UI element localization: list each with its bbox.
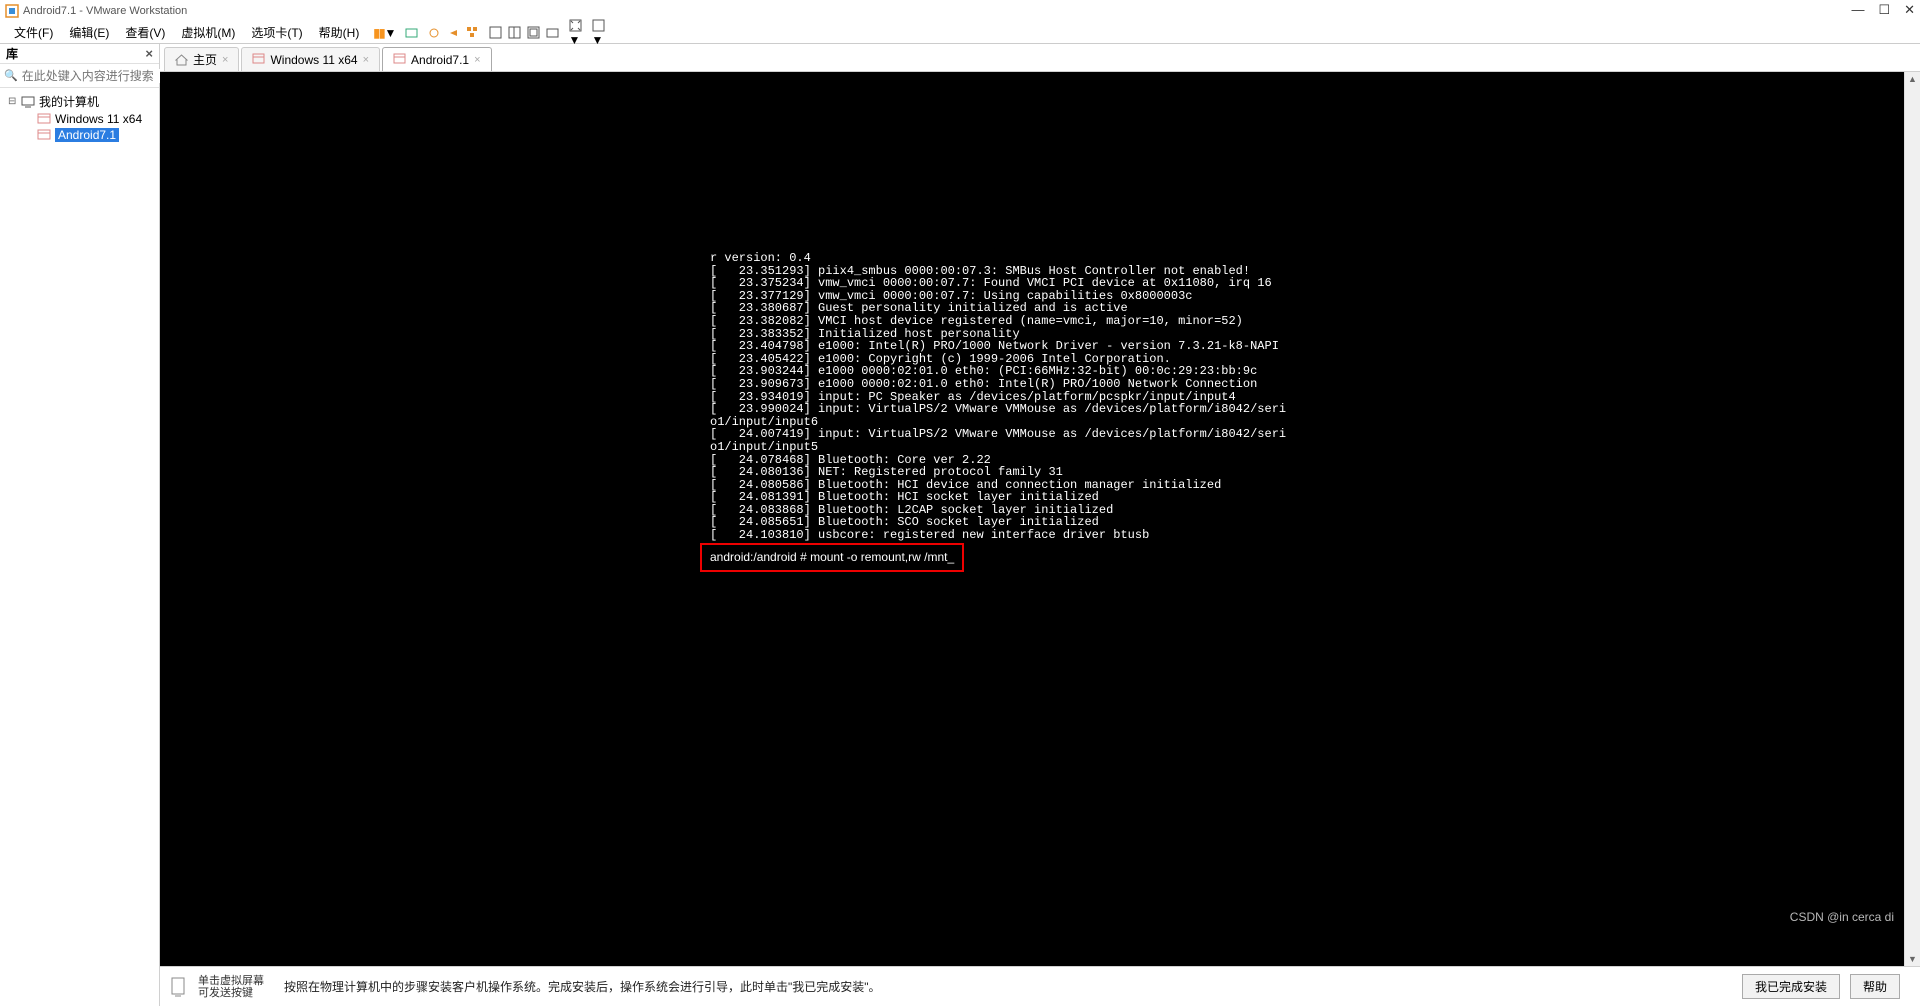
- library-close-icon[interactable]: ×: [145, 46, 153, 61]
- tree-root[interactable]: ⊟ 我的计算机: [0, 92, 159, 111]
- snapshot-icon[interactable]: [404, 25, 419, 40]
- hint-line-b: 可发送按键: [198, 987, 264, 999]
- tab-label: 主页: [193, 51, 217, 68]
- snapshot-take-icon[interactable]: [427, 25, 442, 40]
- scroll-up-icon[interactable]: ▲: [1908, 72, 1917, 86]
- fullscreen-icon[interactable]: ▼: [568, 18, 583, 47]
- library-tree: ⊟ 我的计算机 Windows 11 x64 Android7.1: [0, 88, 159, 147]
- done-install-button[interactable]: 我已完成安装: [1742, 974, 1840, 999]
- tab-bar: 主页 × Windows 11 x64 × Android7.1 ×: [160, 44, 1920, 72]
- title-bar: Android7.1 - VMware Workstation — ☐ ✕: [0, 0, 1920, 22]
- hint-text: 单击虚拟屏幕 可发送按键: [198, 975, 264, 999]
- library-panel: 库 × 🔍 ▼ ⊟ 我的计算机 Windows 11 x64 Android7: [0, 44, 160, 1006]
- maximize-button[interactable]: ☐: [1878, 2, 1890, 18]
- vm-icon: [36, 113, 52, 125]
- stretch-icon[interactable]: ▼: [591, 18, 606, 47]
- tree-item-label: Windows 11 x64: [55, 112, 142, 126]
- vm-icon: [393, 53, 406, 66]
- status-bar: 单击虚拟屏幕 可发送按键 按照在物理计算机中的步骤安装客户机操作系统。完成安装后…: [160, 966, 1920, 1006]
- search-icon: 🔍: [4, 69, 18, 82]
- tab-close-icon[interactable]: ×: [474, 54, 480, 66]
- vm-console[interactable]: r version: 0.4 [ 23.351293] piix4_smbus …: [160, 72, 1920, 966]
- close-button[interactable]: ✕: [1904, 2, 1915, 18]
- vm-icon: [36, 129, 52, 141]
- tab-label: Android7.1: [411, 53, 469, 67]
- menu-file[interactable]: 文件(F): [8, 22, 59, 43]
- command-text: android:/android # mount -o remount,rw /…: [710, 550, 954, 564]
- menu-help[interactable]: 帮助(H): [313, 22, 366, 43]
- minimize-button[interactable]: —: [1851, 2, 1864, 18]
- menu-tabs[interactable]: 选项卡(T): [245, 22, 308, 43]
- tab-label: Windows 11 x64: [270, 53, 357, 67]
- tree-item-label: Android7.1: [55, 128, 119, 142]
- home-icon: [175, 53, 188, 66]
- window-title: Android7.1 - VMware Workstation: [23, 5, 187, 17]
- status-message: 按照在物理计算机中的步骤安装客户机操作系统。完成安装后，操作系统会进行引导，此时…: [284, 978, 881, 995]
- watermark: CSDN @in cerca di: [1790, 910, 1894, 924]
- library-header: 库 ×: [0, 44, 159, 64]
- search-input[interactable]: [22, 69, 177, 83]
- vm-icon: [252, 53, 265, 66]
- hint-line-a: 单击虚拟屏幕: [198, 975, 264, 987]
- snapshot-manager-icon[interactable]: [465, 25, 480, 40]
- computer-icon: [20, 96, 36, 108]
- menu-view[interactable]: 查看(V): [119, 22, 171, 43]
- library-title: 库: [6, 45, 18, 62]
- view-unity-icon[interactable]: [545, 25, 560, 40]
- snapshot-revert-icon[interactable]: [446, 25, 461, 40]
- scrollbar[interactable]: ▲ ▼: [1904, 72, 1920, 966]
- tab-close-icon[interactable]: ×: [363, 54, 369, 66]
- pause-button[interactable]: ▮▮▼: [373, 26, 396, 40]
- tab-home[interactable]: 主页 ×: [164, 47, 239, 71]
- menu-edit[interactable]: 编辑(E): [63, 22, 115, 43]
- main-area: 主页 × Windows 11 x64 × Android7.1 × r ver…: [160, 44, 1920, 1006]
- window-controls: — ☐ ✕: [1851, 2, 1915, 18]
- menu-bar: 文件(F) 编辑(E) 查看(V) 虚拟机(M) 选项卡(T) 帮助(H) ▮▮…: [0, 22, 1920, 44]
- tab-android[interactable]: Android7.1 ×: [382, 47, 491, 71]
- tab-windows[interactable]: Windows 11 x64 ×: [241, 47, 380, 71]
- help-button[interactable]: 帮助: [1850, 974, 1900, 999]
- tree-item-android[interactable]: Android7.1: [28, 127, 159, 143]
- library-search[interactable]: 🔍 ▼: [0, 64, 159, 88]
- tree-collapse-icon[interactable]: ⊟: [8, 96, 20, 107]
- command-highlight: android:/android # mount -o remount,rw /…: [700, 543, 964, 572]
- menu-vm[interactable]: 虚拟机(M): [175, 22, 241, 43]
- app-icon: [5, 4, 19, 18]
- scroll-down-icon[interactable]: ▼: [1908, 952, 1917, 966]
- tab-close-icon[interactable]: ×: [222, 54, 228, 66]
- console-output: r version: 0.4 [ 23.351293] piix4_smbus …: [710, 252, 1286, 542]
- tree-root-label: 我的计算机: [39, 93, 99, 110]
- view-single-icon[interactable]: [488, 25, 503, 40]
- hint-icon: [170, 976, 188, 998]
- view-console-icon[interactable]: [526, 25, 541, 40]
- view-split-icon[interactable]: [507, 25, 522, 40]
- tree-item-windows[interactable]: Windows 11 x64: [28, 111, 159, 127]
